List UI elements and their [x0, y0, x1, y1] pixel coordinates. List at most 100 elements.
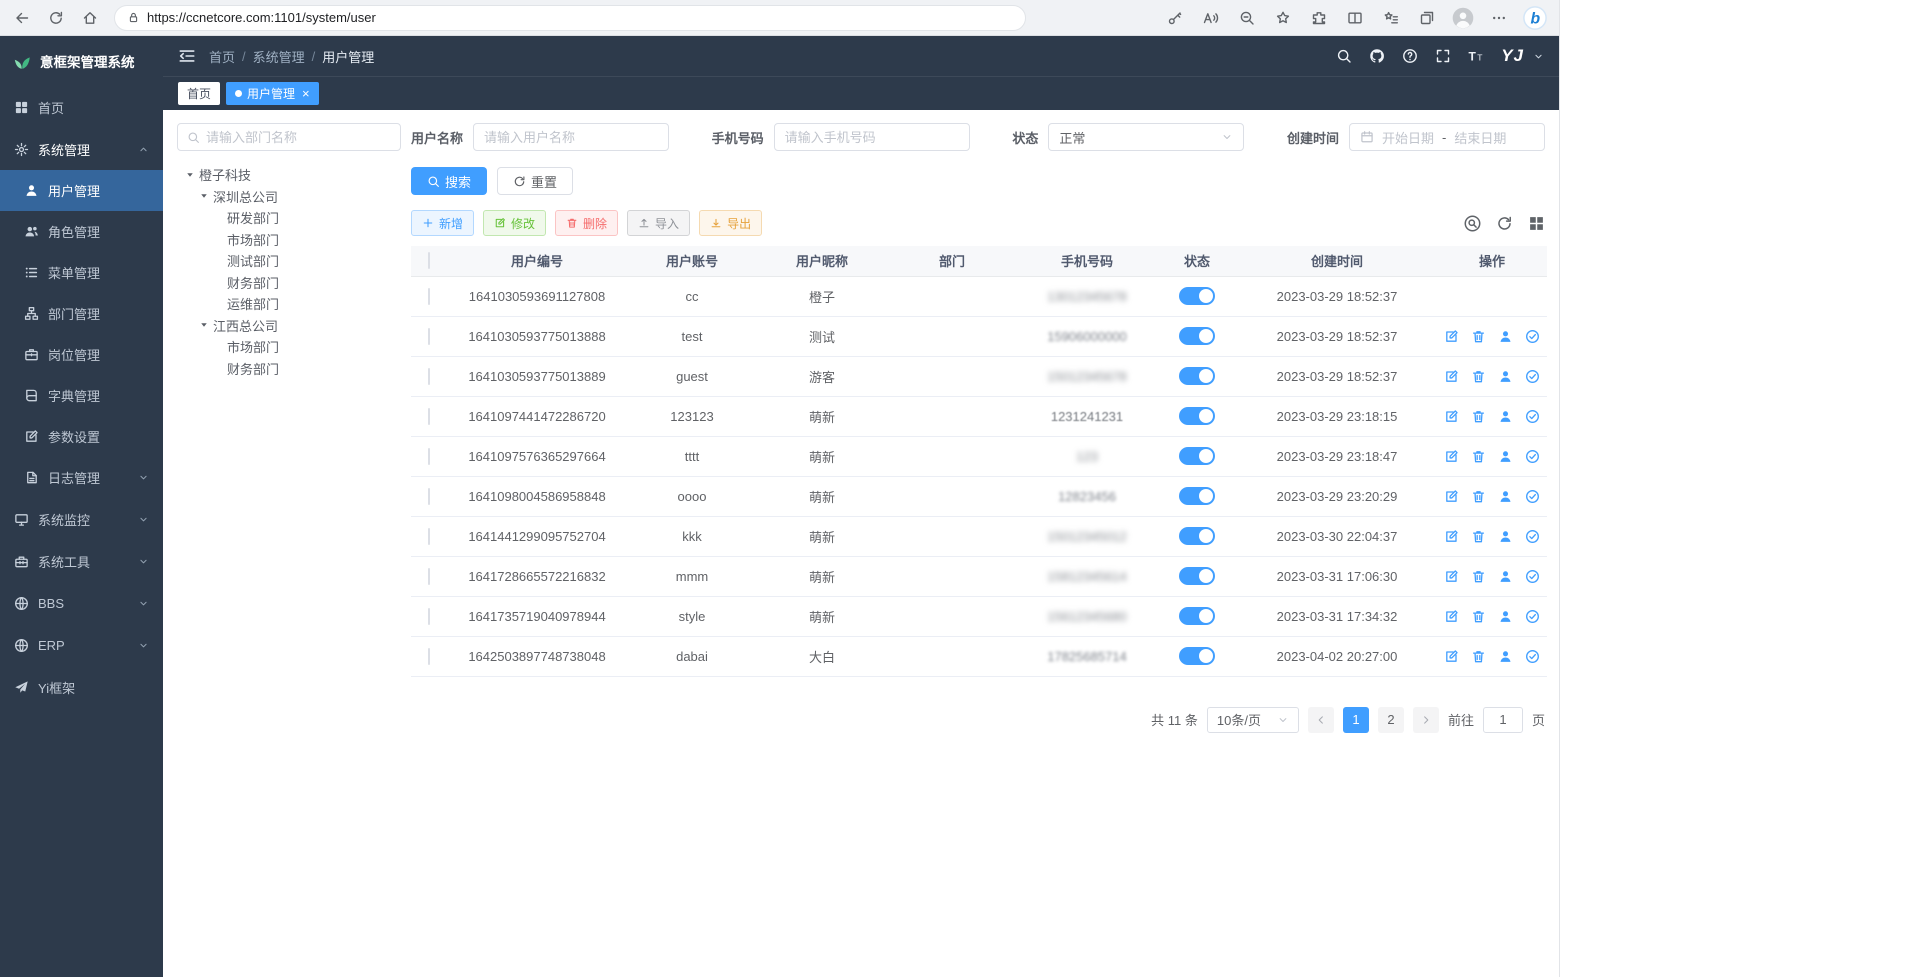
sidebar-item-post-mgmt[interactable]: 岗位管理 [0, 334, 163, 375]
tree-node[interactable]: 江西总公司 [177, 315, 401, 337]
sidebar-item-menu-mgmt[interactable]: 菜单管理 [0, 252, 163, 293]
caret-down-icon[interactable] [199, 320, 209, 330]
split-screen-icon[interactable] [1341, 4, 1369, 32]
profile-avatar[interactable] [1449, 4, 1477, 32]
status-toggle[interactable] [1179, 367, 1215, 385]
row-checkbox[interactable] [428, 328, 430, 345]
refresh-icon[interactable] [1496, 215, 1513, 232]
copilot-icon[interactable]: b [1521, 4, 1549, 32]
row-checkbox[interactable] [428, 488, 430, 505]
trash-icon[interactable] [1471, 489, 1486, 504]
font-size-icon[interactable]: TT [1468, 48, 1484, 64]
assign-role-icon[interactable] [1525, 569, 1540, 584]
sidebar-item-home[interactable]: 首页 [0, 86, 163, 128]
reset-password-icon[interactable] [1498, 609, 1513, 624]
assign-role-icon[interactable] [1525, 529, 1540, 544]
status-toggle[interactable] [1179, 287, 1215, 305]
tree-node[interactable]: 运维部门 [177, 293, 401, 315]
more-icon[interactable] [1485, 4, 1513, 32]
trash-icon[interactable] [1471, 329, 1486, 344]
sidebar-item-param-settings[interactable]: 参数设置 [0, 416, 163, 457]
assign-role-icon[interactable] [1525, 409, 1540, 424]
tree-node[interactable]: 财务部门 [177, 358, 401, 380]
reset-password-icon[interactable] [1498, 369, 1513, 384]
breadcrumb-item[interactable]: 用户管理 [322, 47, 374, 66]
zoom-out-icon[interactable] [1233, 4, 1261, 32]
read-aloud-icon[interactable] [1197, 4, 1225, 32]
trash-icon[interactable] [1471, 409, 1486, 424]
row-checkbox[interactable] [428, 608, 430, 625]
address-bar[interactable]: https://ccnetcore.com:1101/system/user [114, 5, 1026, 31]
sidebar-item-yi-framework[interactable]: Yi框架 [0, 666, 163, 708]
reset-password-icon[interactable] [1498, 329, 1513, 344]
edit-icon[interactable] [1444, 569, 1459, 584]
sidebar-item-system-monitor[interactable]: 系统监控 [0, 498, 163, 540]
edit-icon[interactable] [1444, 369, 1459, 384]
edit-icon[interactable] [1444, 489, 1459, 504]
reset-password-icon[interactable] [1498, 409, 1513, 424]
assign-role-icon[interactable] [1525, 489, 1540, 504]
page-button-1[interactable]: 1 [1343, 707, 1369, 733]
phone-input[interactable] [785, 130, 959, 145]
page-button-2[interactable]: 2 [1378, 707, 1404, 733]
edit-icon[interactable] [1444, 449, 1459, 464]
username-input[interactable] [484, 130, 658, 145]
sidebar-item-user-mgmt[interactable]: 用户管理 [0, 170, 163, 211]
user-logo[interactable]: YJ [1501, 46, 1524, 66]
page-size-select[interactable]: 10条/页 [1207, 707, 1299, 733]
caret-down-icon[interactable] [185, 170, 195, 180]
caret-down-icon[interactable] [199, 191, 209, 201]
tab-用户管理[interactable]: 用户管理× [226, 82, 319, 105]
tab-首页[interactable]: 首页 [178, 82, 220, 105]
created-date-range[interactable]: 开始日期-结束日期 [1349, 123, 1545, 151]
trash-icon[interactable] [1471, 369, 1486, 384]
row-checkbox[interactable] [428, 288, 430, 305]
reset-password-icon[interactable] [1498, 569, 1513, 584]
import-button[interactable]: 导入 [627, 210, 690, 236]
breadcrumb-item[interactable]: 系统管理 [253, 47, 305, 66]
export-button[interactable]: 导出 [699, 210, 762, 236]
grid-icon[interactable] [1528, 215, 1545, 232]
home-icon[interactable] [76, 4, 104, 32]
select-all-checkbox[interactable] [428, 252, 430, 269]
sidebar-item-system-mgmt[interactable]: 系统管理 [0, 128, 163, 170]
tree-node[interactable]: 财务部门 [177, 272, 401, 294]
reset-password-icon[interactable] [1498, 649, 1513, 664]
close-icon[interactable]: × [302, 87, 310, 100]
sidebar-item-dept-mgmt[interactable]: 部门管理 [0, 293, 163, 334]
shopping-star-icon[interactable] [1269, 4, 1297, 32]
trash-icon[interactable] [1471, 609, 1486, 624]
search-icon[interactable] [1336, 48, 1352, 64]
assign-role-icon[interactable] [1525, 649, 1540, 664]
search-button[interactable]: 搜索 [411, 167, 487, 195]
status-toggle[interactable] [1179, 527, 1215, 545]
search-circle-icon[interactable] [1464, 215, 1481, 232]
edit-icon[interactable] [1444, 529, 1459, 544]
reset-password-icon[interactable] [1498, 449, 1513, 464]
sidebar-item-bbs[interactable]: BBS [0, 582, 163, 624]
breadcrumb-item[interactable]: 首页 [209, 47, 235, 66]
goto-page-input[interactable] [1483, 707, 1523, 733]
fullscreen-icon[interactable] [1435, 48, 1451, 64]
edit-button[interactable]: 修改 [483, 210, 546, 236]
github-icon[interactable] [1369, 48, 1385, 64]
reset-button[interactable]: 重置 [497, 167, 573, 195]
tree-node[interactable]: 市场部门 [177, 336, 401, 358]
sidebar-item-role-mgmt[interactable]: 角色管理 [0, 211, 163, 252]
trash-icon[interactable] [1471, 649, 1486, 664]
row-checkbox[interactable] [428, 368, 430, 385]
row-checkbox[interactable] [428, 448, 430, 465]
sidebar-item-erp[interactable]: ERP [0, 624, 163, 666]
add-button[interactable]: 新增 [411, 210, 474, 236]
dept-search-input[interactable] [206, 130, 391, 145]
edit-icon[interactable] [1444, 409, 1459, 424]
status-toggle[interactable] [1179, 327, 1215, 345]
sidebar-item-dict-mgmt[interactable]: 字典管理 [0, 375, 163, 416]
status-toggle[interactable] [1179, 607, 1215, 625]
tree-node[interactable]: 橙子科技 [177, 164, 401, 186]
collections-icon[interactable] [1413, 4, 1441, 32]
edit-icon[interactable] [1444, 649, 1459, 664]
help-icon[interactable] [1402, 48, 1418, 64]
status-toggle[interactable] [1179, 487, 1215, 505]
status-toggle[interactable] [1179, 647, 1215, 665]
